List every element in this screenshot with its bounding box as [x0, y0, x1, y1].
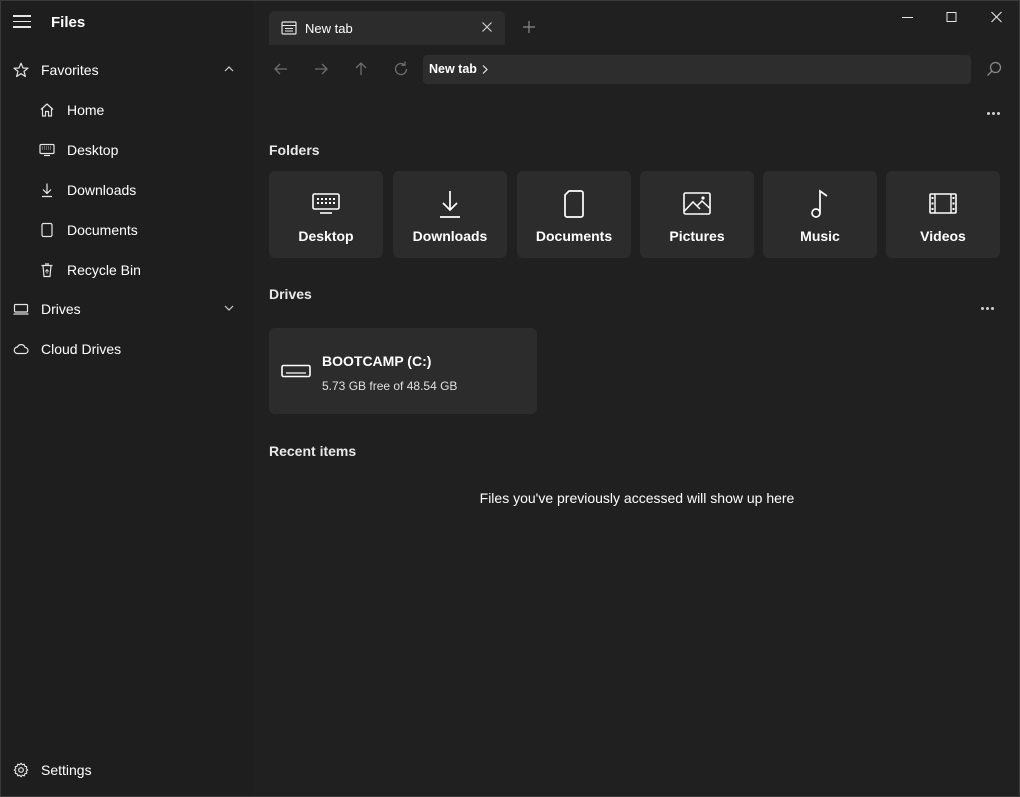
- sidebar-item-downloads[interactable]: Downloads: [1, 171, 253, 209]
- folder-label: Desktop: [298, 228, 354, 244]
- sidebar-item-label: Cloud Drives: [41, 341, 122, 357]
- desktop-icon: [39, 143, 55, 157]
- hamburger-menu-icon[interactable]: [13, 15, 31, 29]
- drive-name: BOOTCAMP (C:): [322, 353, 432, 369]
- up-arrow-icon[interactable]: [351, 59, 371, 79]
- gear-icon: [13, 762, 29, 778]
- sidebar-item-label: Favorites: [41, 62, 99, 78]
- search-icon[interactable]: [985, 60, 1003, 78]
- breadcrumb-item[interactable]: New tab: [429, 62, 477, 76]
- folder-card-desktop[interactable]: Desktop: [269, 171, 383, 258]
- folder-card-pictures[interactable]: Pictures: [640, 171, 754, 258]
- drive-free-space: 5.73 GB free of 48.54 GB: [322, 379, 458, 393]
- sidebar-item-drives[interactable]: Drives: [1, 290, 253, 328]
- picture-icon: [683, 192, 711, 215]
- app-header: Files: [1, 1, 253, 45]
- app-title: Files: [51, 14, 86, 31]
- files-window: Files Favorites Home Desktop Downloads D…: [0, 0, 1020, 797]
- tab-new-tab[interactable]: New tab: [269, 11, 505, 45]
- folder-label: Videos: [920, 228, 966, 244]
- sidebar-item-documents[interactable]: Documents: [1, 211, 253, 249]
- sidebar: Files Favorites Home Desktop Downloads D…: [1, 1, 253, 796]
- chevron-up-icon[interactable]: [223, 63, 235, 75]
- sidebar-item-label: Recycle Bin: [67, 262, 141, 278]
- tab-label: New tab: [305, 21, 353, 36]
- maximize-icon[interactable]: [929, 1, 974, 33]
- drive-icon: [13, 303, 29, 315]
- music-note-icon: [811, 189, 828, 218]
- folder-card-documents[interactable]: Documents: [517, 171, 631, 258]
- recent-items-empty-message: Files you've previously accessed will sh…: [479, 490, 795, 506]
- minimize-icon[interactable]: [885, 1, 930, 33]
- sidebar-item-label: Home: [67, 102, 105, 118]
- chevron-down-icon[interactable]: [223, 302, 235, 314]
- section-title-drives: Drives: [269, 286, 312, 302]
- folder-card-videos[interactable]: Videos: [886, 171, 1000, 258]
- drive-card-bootcamp[interactable]: BOOTCAMP (C:) 5.73 GB free of 48.54 GB: [269, 328, 537, 414]
- close-tab-icon[interactable]: [481, 21, 493, 33]
- folder-label: Pictures: [669, 228, 725, 244]
- document-icon: [564, 190, 584, 218]
- sidebar-item-label: Settings: [41, 762, 92, 778]
- film-icon: [929, 193, 957, 214]
- document-icon: [41, 222, 53, 238]
- sidebar-item-favorites[interactable]: Favorites: [1, 51, 253, 89]
- more-options-icon[interactable]: [987, 102, 1007, 115]
- section-title-recent-items: Recent items: [269, 443, 357, 459]
- home-icon: [40, 103, 54, 117]
- sidebar-item-label: Desktop: [67, 142, 119, 158]
- sidebar-item-recycle-bin[interactable]: Recycle Bin: [1, 251, 253, 289]
- address-bar[interactable]: New tab: [423, 55, 971, 84]
- close-window-icon[interactable]: [974, 1, 1019, 33]
- sidebar-item-label: Documents: [67, 222, 138, 238]
- add-tab-icon[interactable]: [521, 19, 537, 35]
- folder-card-downloads[interactable]: Downloads: [393, 171, 507, 258]
- drive-icon: [281, 364, 311, 378]
- sidebar-item-label: Drives: [41, 301, 81, 317]
- sidebar-item-home[interactable]: Home: [1, 91, 253, 129]
- folder-label: Documents: [535, 228, 613, 244]
- sidebar-item-settings[interactable]: Settings: [1, 751, 253, 789]
- recycle-bin-icon: [41, 263, 53, 278]
- refresh-icon[interactable]: [391, 59, 411, 79]
- sidebar-item-cloud-drives[interactable]: Cloud Drives: [1, 330, 253, 368]
- folder-label: Downloads: [412, 228, 488, 244]
- download-icon: [42, 183, 52, 198]
- folder-card-music[interactable]: Music: [763, 171, 877, 258]
- sidebar-item-label: Downloads: [67, 182, 137, 198]
- forward-arrow-icon[interactable]: [311, 59, 331, 79]
- download-icon: [440, 191, 460, 218]
- cloud-icon: [13, 344, 29, 355]
- desktop-icon: [312, 193, 340, 214]
- chevron-right-icon[interactable]: [481, 64, 489, 75]
- drives-more-options-icon[interactable]: [981, 297, 1001, 310]
- folder-label: Music: [800, 228, 840, 244]
- sidebar-item-desktop[interactable]: Desktop: [1, 131, 253, 169]
- tab-page-icon: [281, 21, 297, 35]
- back-arrow-icon[interactable]: [271, 59, 291, 79]
- section-title-folders: Folders: [269, 142, 320, 158]
- star-icon: [13, 62, 29, 78]
